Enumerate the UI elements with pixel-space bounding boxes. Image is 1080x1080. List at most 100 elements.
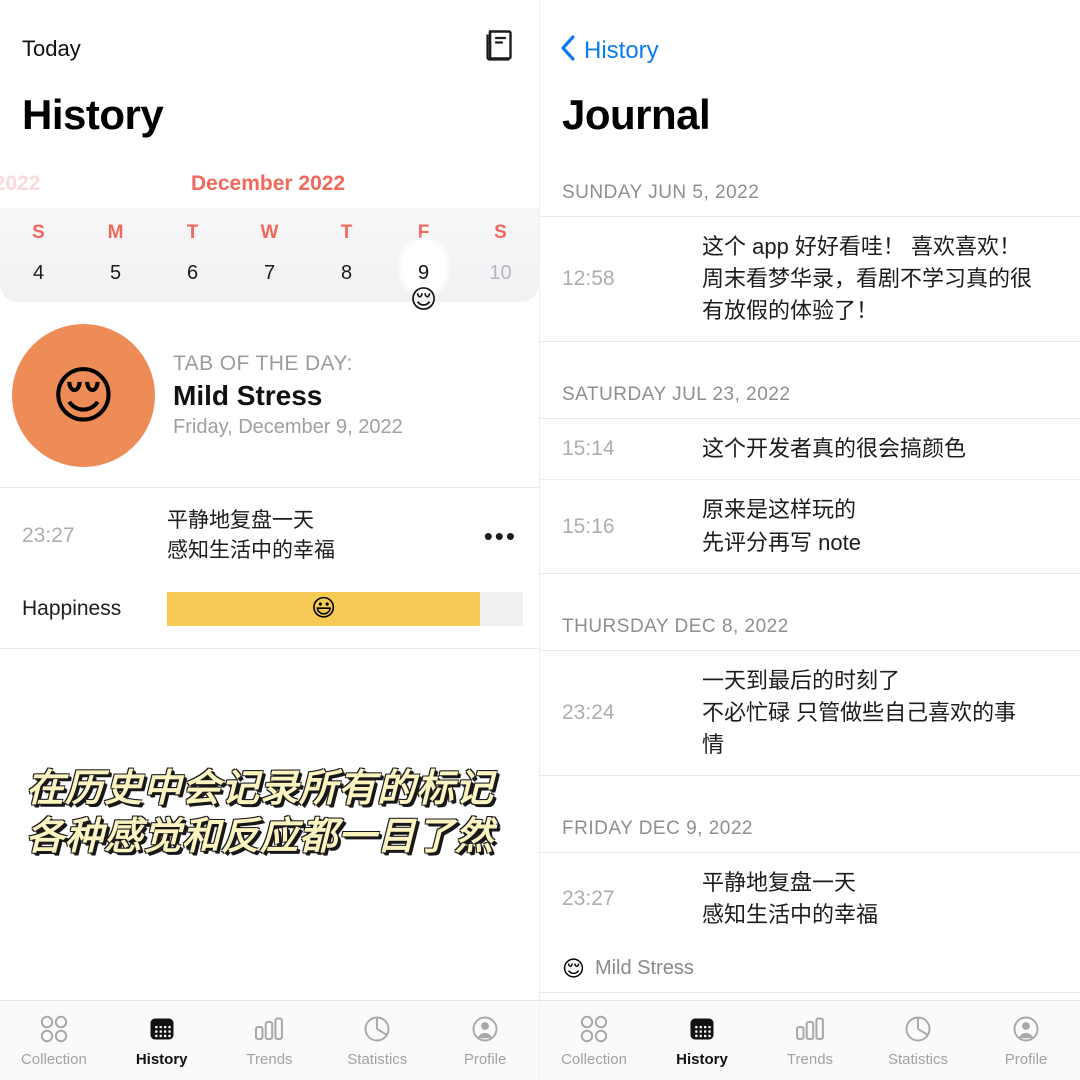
- journal-entry-line: 感知生活中的幸福: [702, 902, 879, 928]
- tabbar-right[interactable]: Collection History Trends Statistics Profile: [540, 1000, 1080, 1080]
- day-number: 6: [186, 262, 199, 284]
- tab-history[interactable]: History: [108, 1013, 216, 1068]
- page-title-history: History: [22, 91, 164, 138]
- mood-emoji: 😌: [51, 362, 116, 431]
- journal-entry[interactable]: 23:27 平静地复盘一天 感知生活中的幸福: [540, 853, 1080, 945]
- journal-entry-line: 平静地复盘一天: [702, 869, 857, 895]
- journal-entry[interactable]: 15:16 原来是这样玩的 先评分再写 note: [540, 479, 1080, 572]
- tab-label: Collection: [20, 1051, 87, 1068]
- tab-label: Profile: [1004, 1051, 1048, 1068]
- calendar-dow-cell: S: [462, 208, 539, 244]
- calendar-dow-cell: T: [308, 208, 385, 244]
- tab-label: History: [676, 1051, 728, 1068]
- journal-group: SUNDAY JUN 5, 2022 12:58 这个 app 好好看哇！ 喜欢喜欢…: [540, 170, 1080, 343]
- calendar-day-cell[interactable]: 10: [462, 244, 539, 312]
- day-number: 4: [32, 262, 45, 284]
- mood-name: Mild Stress: [173, 380, 323, 411]
- journal-entry-time: 23:24: [562, 700, 615, 724]
- day-number: 10: [489, 262, 512, 284]
- calendar-month-prev: er 2022: [0, 172, 41, 195]
- page-title-journal: Journal: [562, 91, 711, 138]
- journal-date-header: FRIDAY DEC 9, 2022: [540, 806, 1080, 853]
- dow-label: S: [32, 222, 45, 243]
- calendar-month-row: er 2022 December 2022: [0, 166, 539, 208]
- calendar-day-cell-selected[interactable]: 9 😌: [385, 238, 462, 312]
- happiness-bar-emoji: 😃: [311, 594, 337, 622]
- calendar-day-cell[interactable]: 7: [231, 244, 308, 312]
- journal-mood-tag[interactable]: 😌 Mild Stress: [540, 945, 1080, 992]
- tab-trends[interactable]: Trends: [216, 1013, 324, 1068]
- journal-group: THURSDAY DEC 8, 2022 23:24 一天到最后的时刻了 不必忙碌 只…: [540, 604, 1080, 776]
- day-number: 7: [263, 262, 276, 284]
- back-button-label: History: [584, 36, 659, 64]
- overlay-line-2: 各种感觉和反应都一目了然: [26, 815, 495, 858]
- calendar-dow-cell: T: [154, 208, 231, 244]
- mood-tag-label: Mild Stress: [594, 957, 694, 980]
- tab-collection[interactable]: Collection: [0, 1013, 108, 1068]
- journal-date-header: SATURDAY JUL 23, 2022: [540, 372, 1080, 420]
- dow-label: S: [494, 222, 507, 243]
- pie-chart-icon: [362, 1013, 392, 1045]
- mood-of-the-day-card[interactable]: 😌 TAB OF THE DAY: Mild Stress Friday, De…: [0, 302, 539, 488]
- pie-chart-icon: [903, 1013, 933, 1045]
- journal-entry-line: 周末看梦华录，看剧不学习真的很: [702, 266, 1033, 292]
- tab-label: History: [135, 1051, 188, 1068]
- journal-entry-time: 15:16: [562, 514, 615, 538]
- back-button-history[interactable]: History: [560, 34, 659, 67]
- tab-profile[interactable]: Profile: [431, 1013, 539, 1068]
- tabbar-left[interactable]: Collection History Trends Statistics Profile: [0, 1000, 539, 1080]
- mood-meta: TAB OF THE DAY: Mild Stress Friday, Dece…: [173, 352, 403, 439]
- journal-entry-text: 这个 app 好好看哇！ 喜欢喜欢！ 周末看梦华录，看剧不学习真的很 有放假的体验了…: [702, 231, 1058, 327]
- tab-collection[interactable]: Collection: [540, 1013, 648, 1068]
- tab-label: Trends: [246, 1051, 293, 1068]
- journal-entry[interactable]: 15:14 这个开发者真的很会搞颜色: [540, 419, 1080, 479]
- tab-profile[interactable]: Profile: [972, 1013, 1080, 1068]
- journal-entry-time: 15:14: [562, 437, 615, 461]
- journal-entry-line: 先评分再写 note: [702, 529, 861, 555]
- day-number-selected: 9 😌: [385, 238, 462, 312]
- tab-statistics[interactable]: Statistics: [323, 1013, 431, 1068]
- calendar-day-cell[interactable]: 8: [308, 244, 385, 312]
- promo-overlay-text: 在历史中会记录所有的标记 各种感觉和反应都一目了然: [26, 766, 526, 861]
- tab-trends[interactable]: Trends: [756, 1013, 864, 1068]
- calendar-day-row: 4 5 6 7 8 9 😌 10: [0, 238, 539, 312]
- tab-label: Profile: [463, 1051, 507, 1068]
- calendar-icon: [687, 1013, 717, 1045]
- book-icon[interactable]: [483, 28, 517, 62]
- more-options-icon[interactable]: •••: [477, 523, 517, 549]
- journal-group: FRIDAY DEC 9, 2022 23:27 平静地复盘一天 感知生活中的幸福 😌 M…: [540, 806, 1080, 994]
- calendar-day-cell[interactable]: 5: [77, 244, 154, 312]
- calendar-strip[interactable]: er 2022 December 2022 S M T W T F S 4 5 …: [0, 166, 539, 312]
- journal-entry[interactable]: 12:58 这个 app 好好看哇！ 喜欢喜欢！ 周末看梦华录，看剧不学习真的很 有放…: [540, 217, 1080, 341]
- note-time: 23:27: [22, 523, 75, 547]
- mood-tag-emoji: 😌: [562, 955, 585, 981]
- journal-entry-text: 这个开发者真的很会搞颜色: [702, 433, 1058, 465]
- mood-kicker: TAB OF THE DAY:: [173, 352, 353, 375]
- happiness-metric-row: Happiness 😃: [0, 576, 539, 649]
- calendar-icon: [147, 1013, 177, 1045]
- grid-circles-icon: [579, 1013, 609, 1045]
- journal-entry-text: 一天到最后的时刻了 不必忙碌 只管做些自己喜欢的事情: [702, 665, 1058, 761]
- mood-date: Friday, December 9, 2022: [173, 416, 403, 438]
- note-row[interactable]: 23:27 平静地复盘一天 感知生活中的幸福 •••: [0, 488, 539, 576]
- calendar-dow-cell: S: [0, 208, 77, 244]
- note-line: 平静地复盘一天: [167, 509, 314, 532]
- left-topbar: Today: [0, 0, 539, 80]
- calendar-month-current: December 2022: [191, 172, 346, 195]
- journal-entry-time: 23:27: [562, 887, 615, 911]
- journal-entry[interactable]: 23:24 一天到最后的时刻了 不必忙碌 只管做些自己喜欢的事情: [540, 651, 1080, 775]
- journal-date-header: SUNDAY JUN 5, 2022: [540, 170, 1080, 217]
- bar-chart-icon: [794, 1013, 826, 1045]
- journal-list[interactable]: SUNDAY JUN 5, 2022 12:58 这个 app 好好看哇！ 喜欢喜欢…: [540, 170, 1080, 1000]
- tab-statistics[interactable]: Statistics: [864, 1013, 972, 1068]
- happiness-bar-track[interactable]: 😃: [167, 591, 523, 626]
- journal-date-header: THURSDAY DEC 8, 2022: [540, 604, 1080, 651]
- calendar-day-cell[interactable]: 4: [0, 244, 77, 312]
- calendar-day-cell[interactable]: 6: [154, 244, 231, 312]
- journal-entry-line: 情: [702, 731, 725, 757]
- chevron-left-icon: [560, 34, 576, 67]
- tab-history[interactable]: History: [648, 1013, 756, 1068]
- day-number: 5: [109, 262, 122, 284]
- tab-label: Statistics: [347, 1051, 408, 1068]
- dow-label: T: [340, 222, 353, 243]
